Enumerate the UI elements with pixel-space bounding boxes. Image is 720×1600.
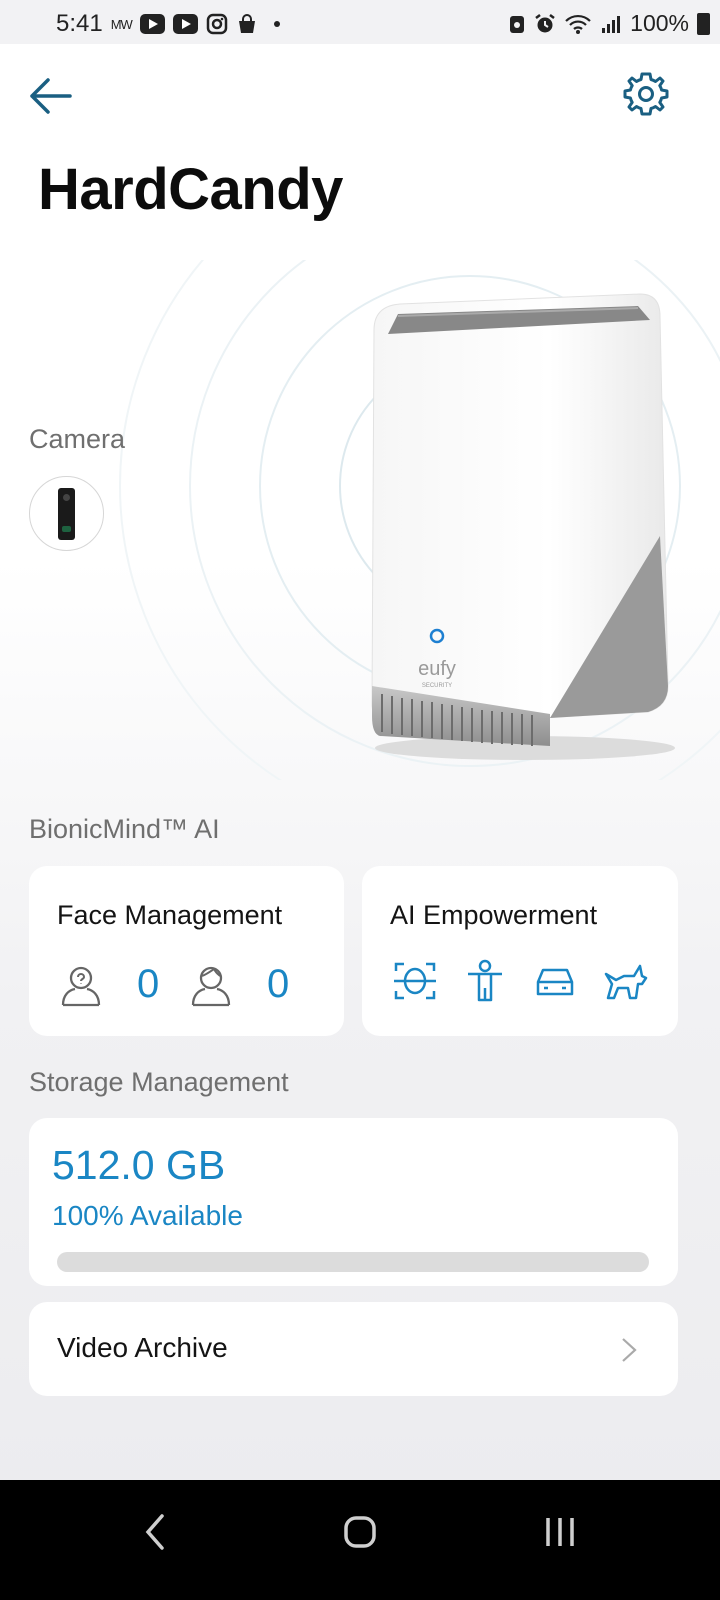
chevron-right-icon (622, 1338, 637, 1362)
lock-icon (510, 15, 525, 33)
video-archive-row[interactable]: Video Archive (29, 1302, 678, 1396)
status-left: 5:41 MW (56, 10, 280, 38)
human-icon (468, 959, 502, 1002)
stranger-face-count: 0 (267, 962, 290, 1006)
notification-dot (273, 21, 280, 27)
alarm-icon (535, 13, 555, 32)
status-time: 5:41 (56, 10, 103, 37)
ai-icons-row (392, 958, 648, 1004)
pet-icon (604, 964, 648, 1000)
storage-section-label: Storage Management (29, 1067, 289, 1097)
ai-empowerment-title: AI Empowerment (390, 900, 598, 930)
status-mw-text: MW (110, 16, 133, 32)
page-title: HardCandy (38, 157, 343, 222)
ai-section-label: BionicMind™ AI (29, 814, 220, 844)
shopping-bag-icon (238, 14, 255, 33)
known-face-count: 0 (137, 962, 160, 1006)
status-right: 100% (508, 10, 710, 37)
back-button[interactable] (26, 74, 76, 118)
known-face-icon (61, 966, 101, 1006)
gear-icon (623, 72, 669, 116)
face-management-title: Face Management (57, 900, 283, 930)
ai-empowerment-card[interactable]: AI Empowerment (362, 866, 678, 1036)
device-brand-subtext: SECURITY (422, 683, 452, 689)
device-brand-text: eufy (418, 658, 456, 680)
vehicle-icon (536, 968, 574, 996)
battery-icon (697, 12, 710, 35)
video-archive-label: Video Archive (57, 1332, 228, 1363)
face-management-card[interactable]: Face Management 0 0 (29, 866, 344, 1036)
instagram-icon (206, 13, 228, 35)
device-screen: 5:41 MW 100% HardCandy Camera eufy SECUR… (0, 0, 720, 1600)
nav-back-button[interactable] (136, 1508, 176, 1556)
wifi-icon (565, 14, 591, 34)
nav-recent-apps-button[interactable] (540, 1508, 580, 1556)
camera-section-label: Camera (29, 424, 126, 454)
storage-progress-bar (57, 1252, 649, 1272)
camera-thumbnail-button[interactable] (29, 476, 104, 551)
youtube-icon-2 (172, 14, 198, 34)
arrow-left-icon (30, 78, 72, 114)
system-nav-bar (0, 1480, 720, 1600)
stranger-face-icon (191, 966, 231, 1006)
youtube-icon (139, 14, 165, 34)
status-bar: 5:41 MW 100% (0, 0, 720, 44)
face-counts-row: 0 0 (59, 962, 319, 1007)
settings-button[interactable] (622, 70, 670, 118)
signal-icon (602, 15, 621, 33)
doorbell-camera-icon (58, 487, 75, 540)
battery-percent: 100% (630, 10, 689, 36)
face-detect-icon (394, 962, 436, 1000)
storage-available: 100% Available (52, 1200, 243, 1231)
storage-card[interactable]: 512.0 GB 100% Available (29, 1118, 678, 1286)
nav-home-button[interactable] (336, 1508, 384, 1556)
storage-size: 512.0 GB (52, 1142, 226, 1188)
homebase-device-image: eufy SECURITY (371, 293, 675, 760)
